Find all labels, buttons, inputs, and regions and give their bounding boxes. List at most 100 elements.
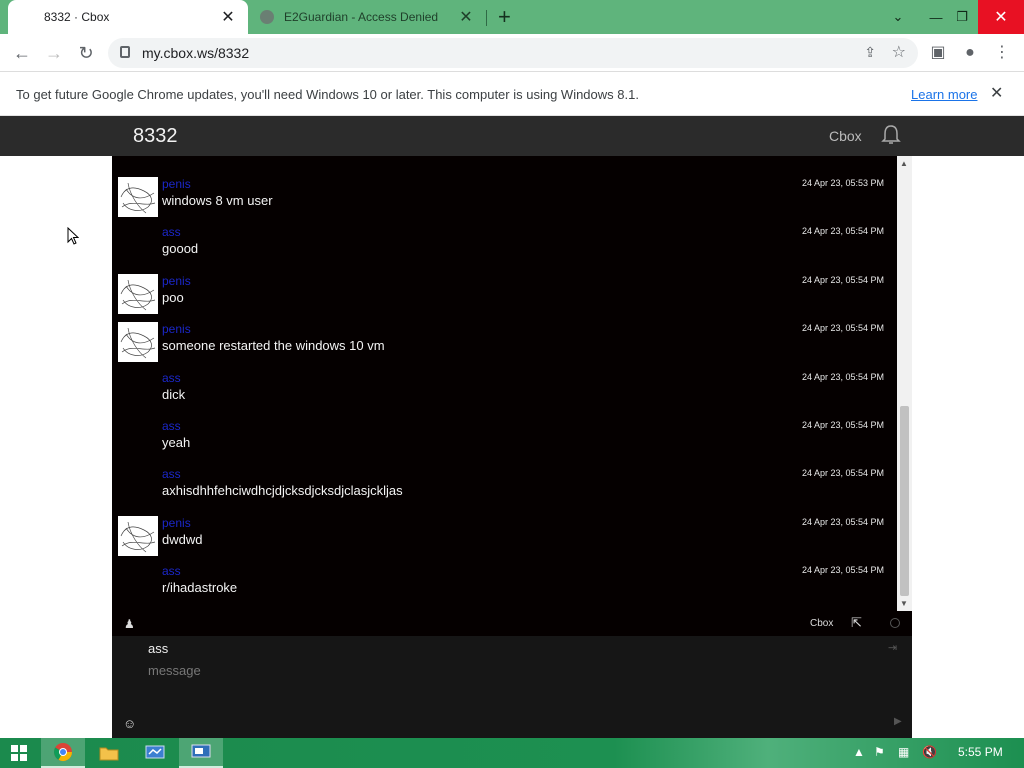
- remote-desktop-icon: [191, 744, 211, 758]
- message-text: r/ihadastroke: [162, 580, 238, 595]
- message-username[interactable]: penis: [162, 516, 191, 530]
- message-row: penis dwdwd 24 Apr 23, 05:54 PM: [112, 513, 896, 561]
- globe-icon: [260, 10, 274, 24]
- forward-icon[interactable]: →: [40, 39, 68, 67]
- infobar-message: To get future Google Chrome updates, you…: [16, 87, 639, 102]
- tab-cbox[interactable]: 8332 · Cbox ✕: [8, 0, 248, 34]
- network-tray-icon[interactable]: ▦: [898, 745, 909, 759]
- message-row: ass yeah 24 Apr 23, 05:54 PM: [112, 416, 896, 464]
- folder-icon: [99, 747, 119, 761]
- taskbar-chrome[interactable]: [41, 738, 85, 768]
- back-icon[interactable]: ←: [8, 39, 36, 67]
- address-bar[interactable]: my.cbox.ws/8332 ⇪ ☆: [108, 38, 918, 68]
- message-text: dwdwd: [162, 532, 203, 547]
- lock-icon: [120, 46, 130, 58]
- url-text: my.cbox.ws/8332: [142, 45, 250, 61]
- cbox-header: 8332 Cbox: [0, 116, 1024, 156]
- tab-title: E2Guardian - Access Denied: [284, 10, 439, 24]
- profile-icon[interactable]: ●: [958, 41, 982, 65]
- message-input[interactable]: message: [148, 663, 201, 678]
- message-username[interactable]: penis: [162, 322, 191, 336]
- share-icon[interactable]: ⇪: [864, 44, 876, 61]
- avatar[interactable]: [118, 177, 158, 217]
- new-tab-icon[interactable]: +: [498, 4, 511, 30]
- message-row: penis someone restarted the windows 10 vm…: [112, 319, 896, 367]
- send-icon[interactable]: ▶: [894, 716, 902, 727]
- message-username[interactable]: penis: [162, 177, 191, 191]
- close-tab-icon[interactable]: ✕: [218, 7, 238, 27]
- mouse-cursor-icon: [67, 227, 79, 245]
- scroll-up-icon[interactable]: ▲: [900, 159, 908, 168]
- message-text: windows 8 vm user: [162, 193, 273, 208]
- restore-icon[interactable]: ❐: [946, 0, 978, 34]
- post-form: ass ⇥ message ☺ ▶: [112, 636, 912, 738]
- scrollbar[interactable]: ▲ ▼: [897, 156, 912, 611]
- avatar[interactable]: [118, 516, 158, 556]
- cbox-brand-link[interactable]: Cbox: [829, 128, 862, 144]
- menu-kebab-icon[interactable]: ⋮: [990, 41, 1014, 65]
- reload-icon[interactable]: ↻: [72, 39, 100, 67]
- message-list[interactable]: penis windows 8 vm user 24 Apr 23, 05:53 P…: [112, 156, 896, 611]
- scroll-down-icon[interactable]: ▼: [900, 599, 908, 608]
- message-username[interactable]: ass: [162, 371, 181, 385]
- name-field[interactable]: ass: [148, 641, 168, 656]
- message-username[interactable]: penis: [162, 274, 191, 288]
- cbox-footer-link[interactable]: Cbox: [810, 618, 833, 629]
- message-text: someone restarted the windows 10 vm: [162, 338, 385, 353]
- tab-search-icon[interactable]: ⌄: [882, 0, 914, 34]
- volume-muted-icon[interactable]: 🔇: [922, 745, 937, 759]
- status-indicator-icon: [890, 618, 900, 628]
- window-close-icon[interactable]: ✕: [978, 0, 1024, 34]
- tab-e2guardian[interactable]: E2Guardian - Access Denied ✕: [250, 0, 486, 34]
- message-username[interactable]: ass: [162, 225, 181, 239]
- tray-expand-icon[interactable]: ▲: [853, 745, 865, 759]
- start-button[interactable]: [0, 738, 38, 768]
- popout-icon[interactable]: ⇱: [851, 615, 862, 631]
- taskbar-file-explorer[interactable]: [87, 738, 131, 768]
- tab-title: 8332 · Cbox: [44, 10, 110, 24]
- message-username[interactable]: ass: [162, 564, 181, 578]
- avatar[interactable]: [118, 274, 158, 314]
- page-content: 8332 Cbox penis windows 8 vm user 24 Apr 2…: [0, 116, 1024, 738]
- message-timestamp: 24 Apr 23, 05:54 PM: [801, 323, 884, 333]
- avatar[interactable]: [118, 322, 158, 362]
- message-timestamp: 24 Apr 23, 05:53 PM: [801, 178, 884, 188]
- infobar-close-icon[interactable]: ✕: [990, 83, 1003, 103]
- user-icon[interactable]: ♟: [124, 617, 135, 631]
- taskbar-app-remote[interactable]: [179, 738, 223, 768]
- chrome-icon: [53, 743, 72, 762]
- message-timestamp: 24 Apr 23, 05:54 PM: [801, 565, 884, 575]
- windows-logo-icon: [11, 745, 27, 761]
- logout-icon[interactable]: ⇥: [888, 641, 897, 654]
- message-text: goood: [162, 241, 199, 256]
- side-panel-icon[interactable]: ▣: [926, 41, 950, 65]
- taskbar-clock[interactable]: 5:55 PM: [958, 745, 1003, 759]
- message-timestamp: 24 Apr 23, 05:54 PM: [801, 226, 884, 236]
- message-text: poo: [162, 290, 184, 305]
- close-tab-icon[interactable]: ✕: [456, 7, 476, 27]
- message-row: ass dick 24 Apr 23, 05:54 PM: [112, 368, 896, 416]
- bell-icon[interactable]: [880, 124, 902, 146]
- message-text: axhisdhhfehciwdhcjdjcksdjcksdjclasjcklja…: [162, 483, 403, 498]
- message-timestamp: 24 Apr 23, 05:54 PM: [801, 372, 884, 382]
- scrollbar-thumb[interactable]: [900, 406, 909, 596]
- update-infobar: To get future Google Chrome updates, you…: [0, 72, 1024, 116]
- windows-taskbar: ▲ ⚑ ▦ 🔇 5:55 PM: [0, 738, 1024, 768]
- message-row: ass goood 24 Apr 23, 05:54 PM: [112, 222, 896, 270]
- taskbar-app-network[interactable]: [133, 738, 177, 768]
- message-username[interactable]: ass: [162, 419, 181, 433]
- learn-more-link[interactable]: Learn more: [911, 87, 977, 102]
- message-timestamp: 24 Apr 23, 05:54 PM: [801, 275, 884, 285]
- message-username[interactable]: ass: [162, 467, 181, 481]
- message-timestamp: 24 Apr 23, 05:54 PM: [801, 468, 884, 478]
- bookmark-star-icon[interactable]: ☆: [892, 42, 906, 62]
- network-app-icon: [145, 745, 165, 759]
- message-row: penis windows 8 vm user 24 Apr 23, 05:53 P…: [112, 174, 896, 222]
- emoji-icon[interactable]: ☺: [123, 716, 136, 731]
- message-text: yeah: [162, 435, 191, 450]
- message-row: ass r/ihadastroke 24 Apr 23, 05:54 PM: [112, 561, 896, 609]
- browser-toolbar: ← → ↻ my.cbox.ws/8332 ⇪ ☆ ▣ ● ⋮: [0, 34, 1024, 72]
- chat-footer: ♟ Cbox ⇱: [112, 612, 912, 636]
- page-title: 8332: [133, 125, 178, 147]
- action-center-flag-icon[interactable]: ⚑: [874, 745, 885, 759]
